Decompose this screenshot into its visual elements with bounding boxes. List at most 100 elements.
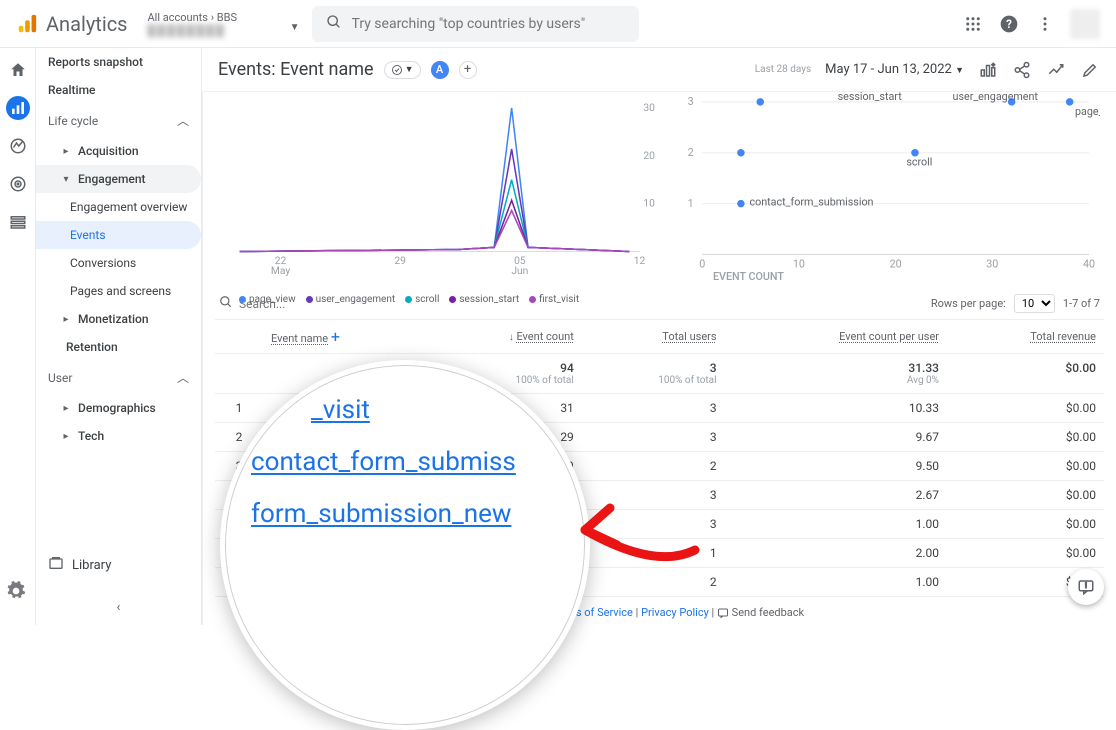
more-vert-icon[interactable] [1034,13,1056,35]
nav-library[interactable]: Library [36,544,201,585]
top-icons: ? [962,9,1100,39]
account-picker[interactable]: All accounts › BBS ████████ ▼ [140,11,300,37]
nav-demographics[interactable]: ▸Demographics [36,394,201,422]
segment-badge[interactable]: A [431,61,449,79]
collapse-icon: ▾ [60,174,72,185]
collapse-nav-icon[interactable]: ‹ [36,600,201,615]
explore-icon[interactable] [6,134,30,158]
charts-row: 10203022May2905Jun12 page_viewuser_engag… [203,92,1116,288]
svg-text:May: May [271,264,290,277]
svg-text:12: 12 [634,254,646,267]
report-title: Events: Event name [218,59,374,80]
legend-item[interactable]: first_visit [529,294,579,305]
footer-privacy[interactable]: Privacy Policy [641,606,709,619]
nav-reports-snapshot[interactable]: Reports snapshot [36,48,201,76]
ga-logo[interactable]: Analytics [16,12,128,36]
left-rail [0,48,36,625]
svg-text:2: 2 [688,146,694,159]
date-range-picker[interactable]: May 17 - Jun 13, 2022 ▼ [825,62,964,77]
svg-text:EVENT COUNT: EVENT COUNT [713,270,784,283]
nav-user-header[interactable]: User ︿ [36,361,201,394]
nav-retention[interactable]: Retention [36,333,201,361]
svg-text:1: 1 [688,197,694,210]
topbar: Analytics All accounts › BBS ████████ ▼ … [0,0,1116,48]
svg-text:30: 30 [643,101,655,114]
svg-text:10: 10 [643,197,655,210]
customize-report-icon[interactable] [978,60,998,80]
nav-engagement-overview[interactable]: Engagement overview [36,193,201,221]
property-name-blurred: ████████ [148,24,292,37]
avatar[interactable] [1070,9,1100,39]
nav-conversions[interactable]: Conversions [36,249,201,277]
mag-link-contact-form: contact_form_submiss [251,447,559,477]
global-search[interactable] [312,6,639,42]
crumb-acct[interactable]: BBS [217,11,237,24]
share-icon[interactable] [1012,60,1032,80]
svg-text:0: 0 [699,257,705,270]
search-icon [326,14,342,34]
nav-engagement[interactable]: ▾Engagement [36,165,201,193]
svg-text:Jun: Jun [511,264,528,277]
send-feedback-link[interactable]: Send feedback [717,606,804,619]
svg-text:30: 30 [987,257,999,270]
svg-text:user_engagement: user_engagement [953,92,1039,103]
svg-text:contact_form_submission: contact_form_submission [750,196,874,209]
legend-item[interactable]: session_start [449,294,519,305]
nav-pages-screens[interactable]: Pages and screens [36,277,201,305]
expand-icon: ▸ [60,431,72,442]
nav-tech[interactable]: ▸Tech [36,422,201,450]
svg-text:page_view: page_view [1075,105,1100,118]
legend-item[interactable]: scroll [405,294,439,305]
report-header: Events: Event name ▼ A + Last 28 days Ma… [202,48,1116,92]
expand-icon: ▸ [60,314,72,325]
nav-acquisition[interactable]: ▸Acquisition [36,137,201,165]
legend-item[interactable]: page_view [239,294,296,305]
nav-realtime[interactable]: Realtime [36,76,201,104]
col-revenue[interactable]: Total revenue [1030,330,1096,343]
legend-item[interactable]: user_engagement [306,294,396,305]
chevron-up-icon: ︿ [177,369,189,386]
date-preset-label: Last 28 days [755,64,811,75]
configure-icon[interactable] [6,210,30,234]
help-icon[interactable]: ? [998,13,1020,35]
svg-text:3: 3 [688,95,694,108]
chevron-down-icon: ▼ [290,22,300,33]
home-icon[interactable] [6,58,30,82]
crumb-all[interactable]: All accounts [148,11,208,24]
table-range: 1-7 of 7 [1063,297,1100,310]
rows-per-page-select[interactable]: 10 [1014,294,1055,313]
nav-events[interactable]: Events [36,221,201,249]
svg-text:scroll: scroll [907,156,933,169]
col-total-users[interactable]: Total users [662,330,716,343]
filter-pill[interactable]: ▼ [384,61,421,79]
line-chart-legend: page_view user_engagement scroll session_st… [219,292,670,311]
col-event-name[interactable]: Event name [271,332,328,345]
gear-icon[interactable] [6,581,26,605]
magnifier-overlay: _visit contact_form_submiss form_submiss… [220,360,590,730]
svg-text:40: 40 [1083,257,1095,270]
apps-icon[interactable] [962,13,984,35]
rows-per-page-label: Rows per page: [931,297,1006,310]
col-per-user[interactable]: Event count per user [839,330,939,343]
line-chart: 10203022May2905Jun12 page_viewuser_engag… [219,92,670,288]
side-nav: Reports snapshot Realtime Life cycle ︿ ▸… [36,48,202,625]
expand-icon: ▸ [60,146,72,157]
svg-text:29: 29 [394,254,406,267]
feedback-fab[interactable]: ! [1068,569,1104,605]
svg-text:10: 10 [793,257,805,270]
reports-icon[interactable] [6,96,30,120]
edit-icon[interactable] [1080,60,1100,80]
scatter-chart: 123010203040EVENT COUNTsession_startpage… [670,92,1100,288]
nav-lifecycle-header[interactable]: Life cycle ︿ [36,104,201,137]
expand-icon: ▸ [60,403,72,414]
search-input[interactable] [352,16,625,32]
insights-icon[interactable] [1046,60,1066,80]
nav-monetization[interactable]: ▸Monetization [36,305,201,333]
col-event-count[interactable]: Event count [516,330,573,343]
svg-text:20: 20 [890,257,902,270]
svg-text:20: 20 [643,149,655,162]
add-segment-button[interactable]: + [459,61,477,79]
library-icon [48,555,64,575]
advertising-icon[interactable] [6,172,30,196]
add-dimension-icon[interactable]: + [331,327,340,346]
